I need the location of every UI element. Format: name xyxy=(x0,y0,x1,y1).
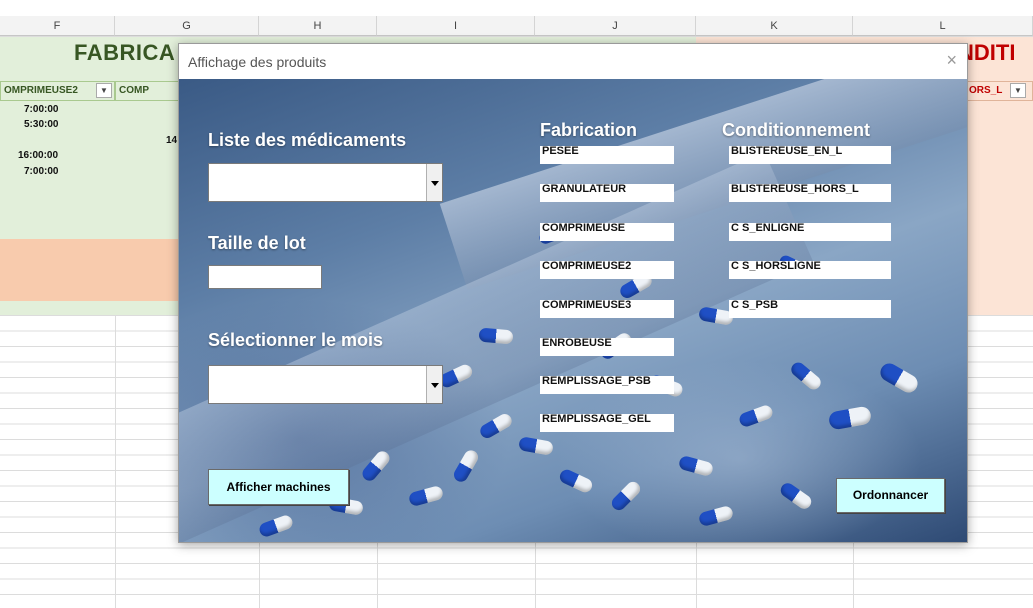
column-header-i[interactable]: I xyxy=(377,16,535,36)
fabrication-label: Fabrication xyxy=(540,120,638,140)
machine-field-remplissage-gel[interactable]: REMPLISSAGE_GEL xyxy=(540,414,674,432)
medicaments-combobox[interactable] xyxy=(208,163,443,202)
machine-field-blistereuse-en-l[interactable]: BLISTEREUSE_EN_L xyxy=(729,146,891,164)
machine-field-comprimeuse2[interactable]: COMPRIMEUSE2 xyxy=(540,261,674,279)
medicaments-label: Liste des médicaments xyxy=(208,130,407,150)
ordonnancer-button[interactable]: Ordonnancer xyxy=(836,478,945,513)
conditionnement-label: Conditionnement xyxy=(722,120,870,140)
close-icon[interactable]: × xyxy=(946,50,957,71)
cell-value[interactable]: 14 xyxy=(166,135,177,146)
mois-label: Sélectionner le mois xyxy=(208,330,384,350)
column-header-l[interactable]: L xyxy=(853,16,1033,36)
column-header-g[interactable]: G xyxy=(115,16,259,36)
affichage-produits-dialog: Affichage des produits × Liste des médic… xyxy=(178,43,968,543)
machine-field-enrobeuse[interactable]: ENROBEUSE xyxy=(540,338,674,356)
fabrication-sheet-title: FABRICA xyxy=(74,40,176,65)
machine-field-comprimeuse3[interactable]: COMPRIMEUSE3 xyxy=(540,300,674,318)
dialog-content: Liste des médicaments Taille de lot Séle… xyxy=(179,79,967,542)
cell-time[interactable]: 5:30:00 xyxy=(24,119,58,130)
column-header-k[interactable]: K xyxy=(696,16,853,36)
filter-dropdown-icon[interactable]: ▼ xyxy=(96,83,112,98)
cell-time[interactable]: 7:00:00 xyxy=(24,104,58,115)
machine-field-cs-psb[interactable]: C S_PSB xyxy=(729,300,891,318)
machine-field-comprimeuse[interactable]: COMPRIMEUSE xyxy=(540,223,674,241)
cell-time[interactable]: 7:00:00 xyxy=(24,166,58,177)
machine-field-granulateur[interactable]: GRANULATEUR xyxy=(540,184,674,202)
cell-time[interactable]: 16:00:00 xyxy=(18,150,58,161)
machine-field-cs-horsligne[interactable]: C S_HORSLIGNE xyxy=(729,261,891,279)
machine-field-remplissage-psb[interactable]: REMPLISSAGE_PSB xyxy=(540,376,674,394)
mois-combobox[interactable] xyxy=(208,365,443,404)
column-header-j[interactable]: J xyxy=(535,16,696,36)
filter-dropdown-icon[interactable]: ▼ xyxy=(1010,83,1026,98)
afficher-machines-button[interactable]: Afficher machines xyxy=(208,469,349,505)
filter-header-comp: COMP xyxy=(115,81,179,101)
column-header-h[interactable]: H xyxy=(259,16,377,36)
formula-area xyxy=(0,0,1033,16)
taille-lot-label: Taille de lot xyxy=(208,233,306,253)
dialog-title: Affichage des produits xyxy=(188,54,327,70)
machine-field-blistereuse-hors-l[interactable]: BLISTEREUSE_HORS_L xyxy=(729,184,891,202)
machine-field-pesee[interactable]: PESEE xyxy=(540,146,674,164)
dialog-titlebar[interactable]: Affichage des produits × xyxy=(179,44,967,79)
chevron-down-icon[interactable] xyxy=(426,366,442,403)
machine-field-cs-enligne[interactable]: C S_ENLIGNE xyxy=(729,223,891,241)
column-header-f[interactable]: F xyxy=(0,16,115,36)
chevron-down-icon[interactable] xyxy=(426,164,442,201)
taille-lot-input[interactable] xyxy=(208,265,322,289)
